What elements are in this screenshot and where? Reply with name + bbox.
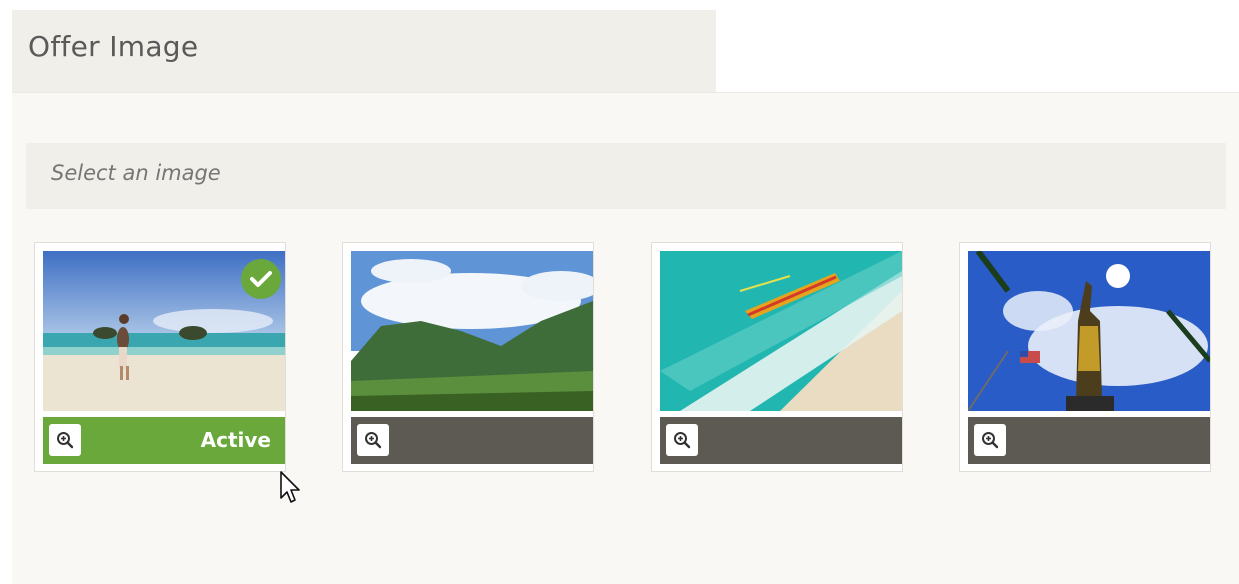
mouse-cursor-icon	[279, 470, 303, 510]
image-card-canoe[interactable]	[651, 242, 903, 472]
zoom-in-icon[interactable]	[357, 424, 389, 456]
image-thumbnail-beach[interactable]	[43, 251, 285, 411]
select-image-label: Select an image	[51, 161, 221, 185]
page-title: Offer Image	[28, 30, 199, 63]
image-status-bar	[351, 417, 593, 464]
image-status-bar: Active	[43, 417, 285, 464]
check-icon	[241, 259, 281, 299]
image-card-mountains[interactable]	[342, 242, 594, 472]
image-card-statue[interactable]	[959, 242, 1211, 472]
image-card-beach[interactable]: Active	[34, 242, 286, 472]
image-thumbnail-statue[interactable]	[968, 251, 1210, 411]
zoom-in-icon[interactable]	[974, 424, 1006, 456]
image-thumbnail-canoe[interactable]	[660, 251, 902, 411]
zoom-in-icon[interactable]	[666, 424, 698, 456]
image-status-bar	[968, 417, 1210, 464]
image-thumbnail-mountains[interactable]	[351, 251, 593, 411]
zoom-in-icon[interactable]	[49, 424, 81, 456]
image-status-bar	[660, 417, 902, 464]
active-status-label: Active	[200, 428, 271, 452]
